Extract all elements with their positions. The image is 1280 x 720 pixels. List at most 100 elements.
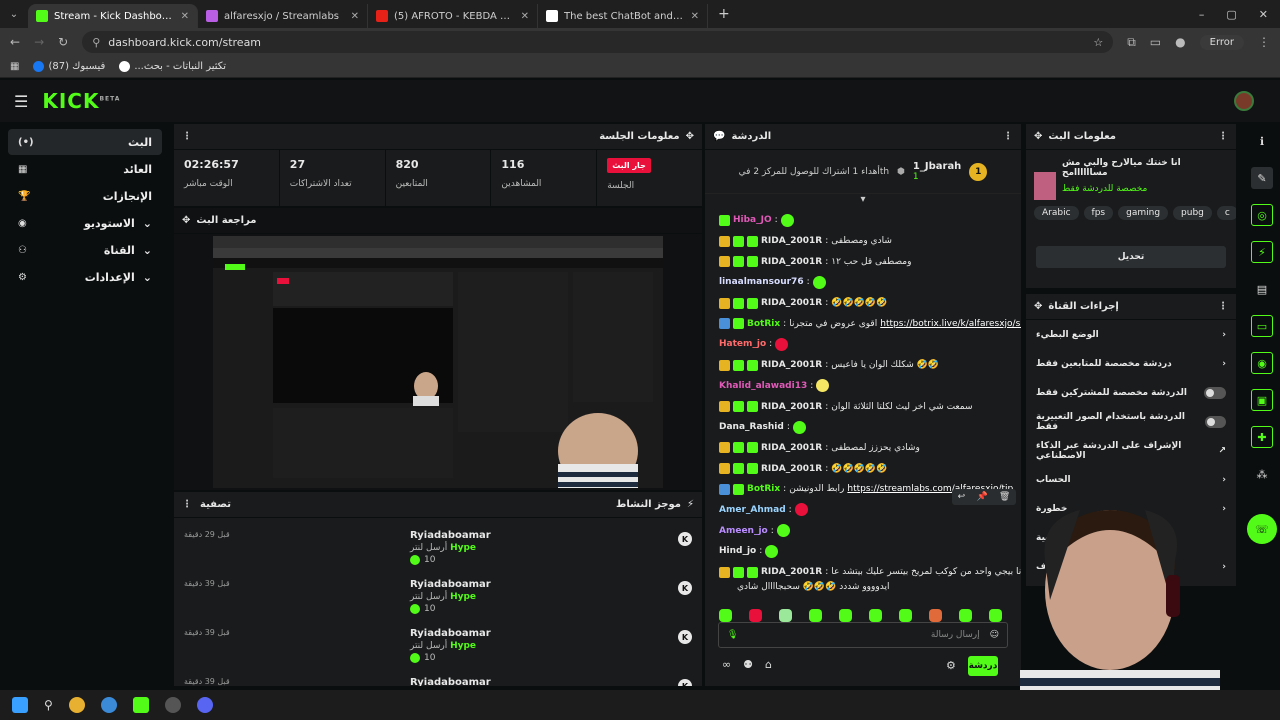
drag-handle-icon[interactable]: ✥ [1034,131,1042,142]
cast-icon[interactable]: ▭ [1150,35,1161,49]
quick-emote-icon[interactable] [779,608,792,622]
quick-emote-icon[interactable] [869,608,882,622]
stream-preview-video[interactable] [213,236,663,488]
edit-stream-button[interactable]: تحديل [1036,246,1226,268]
forward-icon[interactable]: → [34,35,44,49]
quick-emote-icon[interactable] [839,608,852,622]
chat-username[interactable]: linaalmansour76 [719,277,804,287]
hamburger-menu-icon[interactable]: ☰ [14,92,28,111]
emotes-only-toggle[interactable] [1204,415,1226,428]
activity-username[interactable]: Ryiadaboamar [410,628,670,640]
close-icon[interactable]: ✕ [691,11,699,22]
chat-username[interactable]: RIDA_2001R [761,236,822,246]
activity-username[interactable]: Ryiadaboamar [410,677,670,686]
chat-username[interactable]: RIDA_2001R [761,464,822,474]
chat-username[interactable]: Amer_Ahmad [719,505,786,515]
activity-username[interactable]: Ryiadaboamar [410,579,670,591]
chat-username[interactable]: Khalid_alawadi13 [719,381,807,391]
more-options-icon[interactable]: ⋮ [182,131,192,142]
quick-emote-icon[interactable] [719,608,732,622]
bookmark-star-icon[interactable]: ☆ [1093,36,1103,49]
stream-category[interactable]: مخصصة للدردشة فقط [1062,184,1228,194]
chat-settings-icon[interactable]: ⚙ [946,659,956,672]
chat-username[interactable]: BotRix [747,484,780,494]
close-icon[interactable]: ✕ [521,11,529,22]
chat-username[interactable]: RIDA_2001R [761,567,822,577]
filter-button[interactable]: تصفية [200,499,231,510]
windows-start-icon[interactable] [12,697,28,713]
info-icon[interactable]: ℹ [1251,130,1273,152]
activity-username[interactable]: Ryiadaboamar [410,530,670,542]
tab-search-icon[interactable]: ⌄ [0,9,28,20]
chat-username[interactable]: RIDA_2001R [761,298,822,308]
emoji-icon[interactable]: 🎙 [727,630,738,640]
tag-chip[interactable]: fps [1083,206,1114,220]
chat-username[interactable]: Hiba_JO [733,215,772,225]
quick-emote-icon[interactable] [929,608,942,622]
apps-grid-icon[interactable]: ▦ [10,61,19,72]
action-ai-moderation[interactable]: الإشراف على الدردشة عبر الذكاء الاصطناعي… [1026,436,1236,465]
chrome-icon[interactable] [68,697,85,713]
users-icon[interactable]: ⚉ [743,658,753,671]
bookmark-google[interactable]: ...تكثير النباتات - بحث [119,61,226,72]
search-icon[interactable]: ⚲ [44,698,53,712]
window-close-icon[interactable]: ✕ [1259,8,1268,21]
url-bar[interactable]: ⚲ dashboard.kick.com/stream ☆ [82,31,1114,53]
minimize-icon[interactable]: – [1199,8,1205,21]
drag-handle-icon[interactable]: ✥ [1034,301,1042,312]
more-options-icon[interactable]: ⋮ [1218,301,1228,312]
pencil-icon[interactable]: ✎ [1251,167,1273,189]
more-options-icon[interactable]: ⋮ [182,499,192,510]
reload-icon[interactable]: ↻ [58,35,68,49]
chat-username[interactable]: RIDA_2001R [761,443,822,453]
kick-app-icon[interactable] [132,697,149,713]
user-avatar[interactable] [1234,91,1254,111]
wrench-icon[interactable]: ✚ [1251,426,1273,448]
quick-emote-icon[interactable] [749,608,762,622]
chat-username[interactable]: BotRix [747,319,780,329]
pinned-username[interactable]: 1_Jbarah [913,161,961,172]
back-icon[interactable]: ← [10,35,20,49]
close-icon[interactable]: ✕ [181,11,189,22]
close-icon[interactable]: ✕ [351,11,359,22]
chat-link[interactable]: https://botrix.live/k/alfaresxjo/shop [880,319,1021,329]
sidebar-item-channel[interactable]: ⚇ القناة ⌄ [8,237,162,263]
menu-dots-icon[interactable]: ⋮ [1258,35,1270,49]
document-icon[interactable]: ▤ [1251,278,1273,300]
extensions-icon[interactable]: ⧉ [1127,35,1136,50]
profile-error-button[interactable]: Error [1199,34,1244,50]
chat-username[interactable]: RIDA_2001R [761,257,822,267]
chat-username[interactable]: Hind_jo [719,546,756,556]
chat-username[interactable]: RIDA_2001R [761,360,822,370]
broadcast-icon[interactable]: ◉ [1251,352,1273,374]
chat-username[interactable]: Hatem_jo [719,339,766,349]
collapse-pin-icon[interactable]: ▾ [705,194,1021,208]
tab-chatbot[interactable]: The best ChatBot and Widgets ✕ [538,4,708,28]
sidebar-item-settings[interactable]: ⚙ الإعدادات ⌄ [8,264,162,290]
lightning-icon[interactable]: ⚡ [1251,241,1273,263]
chat-username[interactable]: Dana_Rashid [719,422,784,432]
sidebar-item-studio[interactable]: ◉ الاستوديو ⌄ [8,210,162,236]
support-chat-button[interactable]: ☏ [1247,514,1277,544]
store-icon[interactable]: ⌂ [765,658,772,671]
more-options-icon[interactable]: ⋮ [1218,131,1228,142]
new-tab-icon[interactable]: + [718,6,730,22]
layers-icon[interactable]: ▣ [1251,389,1273,411]
kick-logo[interactable]: KICKBETA [42,89,120,113]
bookmark-facebook[interactable]: (87) فيسبوك [33,61,105,72]
more-options-icon[interactable]: ⋮ [1003,131,1013,142]
discord-icon[interactable] [196,697,213,713]
drag-handle-icon[interactable]: ✥ [182,215,190,226]
infinity-icon[interactable]: ∞ [722,658,731,671]
sidebar-item-revenue[interactable]: ▦ العائد [8,156,162,182]
quick-emote-icon[interactable] [809,608,822,622]
maximize-icon[interactable]: ▢ [1226,8,1236,21]
clip-icon[interactable]: ◎ [1251,204,1273,226]
tag-chip[interactable]: Arabic [1034,206,1079,220]
quick-emote-icon[interactable] [899,608,912,622]
chat-username[interactable]: Ameen_jo [719,526,768,536]
chat-username[interactable]: RIDA_2001R [761,402,822,412]
subscribers-only-toggle[interactable] [1204,386,1226,399]
tab-kick-dashboard[interactable]: Stream - Kick Dashboard ✕ [28,4,198,28]
share-icon[interactable]: ⁂ [1251,463,1273,485]
